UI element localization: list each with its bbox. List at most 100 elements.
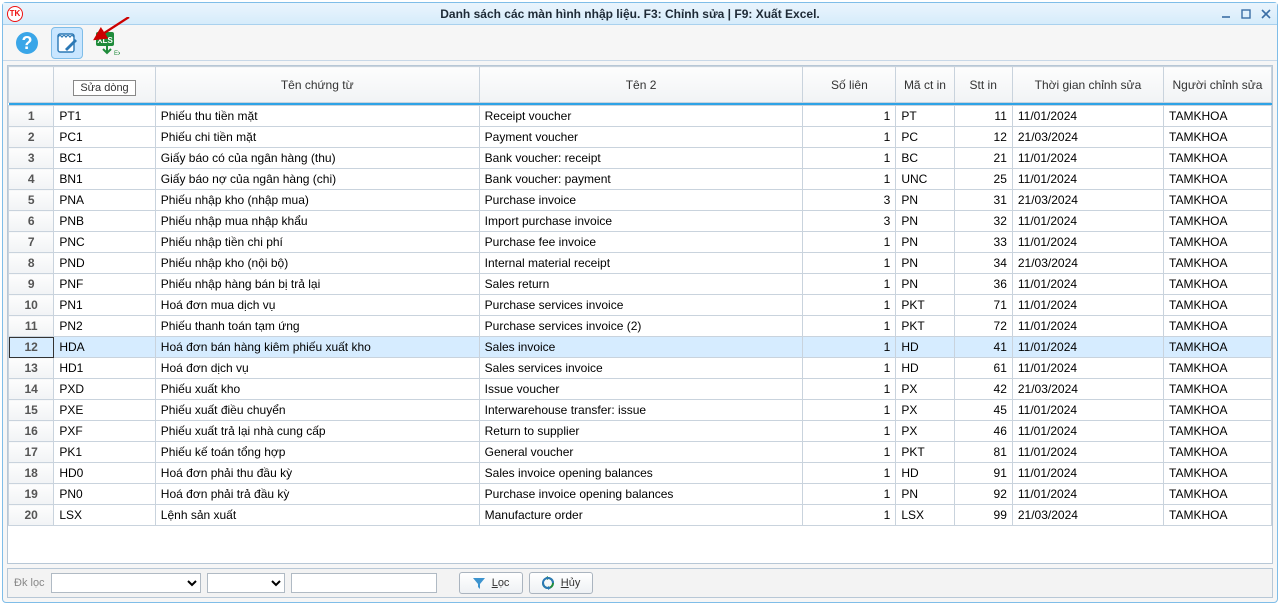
- cell-time: 11/01/2024: [1012, 295, 1163, 316]
- table-row[interactable]: 2PC1Phiếu chi tiền mặtPayment voucher1PC…: [9, 127, 1272, 148]
- table-row[interactable]: 5PNAPhiếu nhập kho (nhập mua)Purchase in…: [9, 190, 1272, 211]
- table-row[interactable]: 13HD1Hoá đơn dịch vụSales services invoi…: [9, 358, 1272, 379]
- cell-ten: Lệnh sản xuất: [155, 505, 479, 526]
- table-row[interactable]: 19PN0Hoá đơn phải trả đầu kỳPurchase inv…: [9, 484, 1272, 505]
- col-header-solien[interactable]: Số liên: [803, 67, 896, 103]
- filter-operator-select[interactable]: [207, 573, 285, 593]
- row-number: 4: [9, 169, 54, 190]
- help-button[interactable]: ?: [11, 27, 43, 59]
- cell-ma: HD0: [54, 463, 155, 484]
- col-header-ma[interactable]: Mã Sửa dòng: [54, 67, 155, 103]
- table-row[interactable]: 11PN2Phiếu thanh toán tạm ứngPurchase se…: [9, 316, 1272, 337]
- cell-ten2: Return to supplier: [479, 421, 803, 442]
- cell-user: TAMKHOA: [1164, 316, 1272, 337]
- cell-sttin: 81: [954, 442, 1012, 463]
- cell-user: TAMKHOA: [1164, 211, 1272, 232]
- table-row[interactable]: 17PK1Phiếu kế toán tổng hợpGeneral vouch…: [9, 442, 1272, 463]
- cell-user: TAMKHOA: [1164, 274, 1272, 295]
- data-grid[interactable]: Mã Sửa dòng Tên chứng từ Tên 2 Số liên M…: [7, 65, 1273, 564]
- cell-sttin: 99: [954, 505, 1012, 526]
- edit-row-button[interactable]: [51, 27, 83, 59]
- cell-solien: 1: [803, 127, 896, 148]
- cell-ma: BC1: [54, 148, 155, 169]
- table-row[interactable]: 8PNDPhiếu nhập kho (nội bộ)Internal mate…: [9, 253, 1272, 274]
- cell-mact: PX: [896, 400, 954, 421]
- cell-solien: 1: [803, 463, 896, 484]
- col-header-user[interactable]: Người chỉnh sửa: [1164, 67, 1272, 103]
- table-row[interactable]: 7PNCPhiếu nhập tiền chi phíPurchase fee …: [9, 232, 1272, 253]
- filter-cancel-button[interactable]: Hủy: [529, 572, 593, 594]
- col-header-rownum[interactable]: [9, 67, 54, 103]
- cell-ten: Phiếu nhập mua nhập khẩu: [155, 211, 479, 232]
- filter-field-select[interactable]: [51, 573, 201, 593]
- cell-user: TAMKHOA: [1164, 484, 1272, 505]
- cell-time: 11/01/2024: [1012, 274, 1163, 295]
- cell-ten2: Bank voucher: payment: [479, 169, 803, 190]
- cell-sttin: 12: [954, 127, 1012, 148]
- col-header-time[interactable]: Thời gian chỉnh sửa: [1012, 67, 1163, 103]
- row-number: 14: [9, 379, 54, 400]
- filter-apply-button[interactable]: Lọc: [459, 572, 523, 594]
- cell-ten: Hoá đơn mua dịch vụ: [155, 295, 479, 316]
- cell-ma: PC1: [54, 127, 155, 148]
- svg-text:Excel: Excel: [114, 51, 120, 56]
- cell-ten2: Bank voucher: receipt: [479, 148, 803, 169]
- table-row[interactable]: 10PN1Hoá đơn mua dịch vụPurchase service…: [9, 295, 1272, 316]
- col-header-sttin[interactable]: Stt in: [954, 67, 1012, 103]
- table-row[interactable]: 14PXDPhiếu xuất khoIssue voucher1PX4221/…: [9, 379, 1272, 400]
- cell-time: 11/01/2024: [1012, 211, 1163, 232]
- svg-text:?: ?: [22, 33, 33, 53]
- cell-solien: 1: [803, 484, 896, 505]
- row-number: 15: [9, 400, 54, 421]
- window-title: Danh sách các màn hình nhập liệu. F3: Ch…: [23, 7, 1277, 21]
- table-row[interactable]: 15PXEPhiếu xuất điều chuyểnInterwarehous…: [9, 400, 1272, 421]
- cell-mact: HD: [896, 358, 954, 379]
- cell-time: 11/01/2024: [1012, 442, 1163, 463]
- cell-time: 11/01/2024: [1012, 484, 1163, 505]
- cell-ma: PN1: [54, 295, 155, 316]
- table-row[interactable]: 1PT1Phiếu thu tiền mặtReceipt voucher1PT…: [9, 106, 1272, 127]
- row-number: 17: [9, 442, 54, 463]
- cell-mact: PN: [896, 232, 954, 253]
- cell-ma: PNF: [54, 274, 155, 295]
- cell-ten: Phiếu thu tiền mặt: [155, 106, 479, 127]
- cell-mact: PT: [896, 106, 954, 127]
- table-row[interactable]: 3BC1Giấy báo có của ngân hàng (thu)Bank …: [9, 148, 1272, 169]
- cell-user: TAMKHOA: [1164, 232, 1272, 253]
- table-row[interactable]: 12HDAHoá đơn bán hàng kiêm phiếu xuất kh…: [9, 337, 1272, 358]
- cell-ma: PND: [54, 253, 155, 274]
- col-header-mact[interactable]: Mã ct in: [896, 67, 954, 103]
- table-row[interactable]: 6PNBPhiếu nhập mua nhập khẩuImport purch…: [9, 211, 1272, 232]
- cell-mact: PX: [896, 421, 954, 442]
- cell-solien: 1: [803, 253, 896, 274]
- table-row[interactable]: 4BN1Giấy báo nợ của ngân hàng (chi)Bank …: [9, 169, 1272, 190]
- cell-user: TAMKHOA: [1164, 358, 1272, 379]
- table-row[interactable]: 18HD0Hoá đơn phải thu đầu kỳSales invoic…: [9, 463, 1272, 484]
- row-number: 2: [9, 127, 54, 148]
- table-row[interactable]: 9PNFPhiếu nhập hàng bán bị trả lạiSales …: [9, 274, 1272, 295]
- filter-value-input[interactable]: [291, 573, 437, 593]
- cell-ma: PXF: [54, 421, 155, 442]
- cell-ten2: Interwarehouse transfer: issue: [479, 400, 803, 421]
- cell-mact: PX: [896, 379, 954, 400]
- col-header-ten2[interactable]: Tên 2: [479, 67, 803, 103]
- cell-ma: HD1: [54, 358, 155, 379]
- close-button[interactable]: [1259, 7, 1273, 21]
- cell-sttin: 92: [954, 484, 1012, 505]
- cell-sttin: 71: [954, 295, 1012, 316]
- app-window: TK Danh sách các màn hình nhập liệu. F3:…: [2, 2, 1278, 603]
- table-row[interactable]: 16PXFPhiếu xuất trả lại nhà cung cấpRetu…: [9, 421, 1272, 442]
- cell-sttin: 42: [954, 379, 1012, 400]
- cell-mact: BC: [896, 148, 954, 169]
- col-header-ten[interactable]: Tên chứng từ: [155, 67, 479, 103]
- cell-mact: PKT: [896, 316, 954, 337]
- row-number: 3: [9, 148, 54, 169]
- cell-user: TAMKHOA: [1164, 106, 1272, 127]
- export-excel-button[interactable]: XLSExcel: [91, 27, 123, 59]
- row-number: 5: [9, 190, 54, 211]
- cell-user: TAMKHOA: [1164, 421, 1272, 442]
- table-row[interactable]: 20LSXLệnh sản xuấtManufacture order1LSX9…: [9, 505, 1272, 526]
- row-number: 10: [9, 295, 54, 316]
- minimize-button[interactable]: [1219, 7, 1233, 21]
- maximize-button[interactable]: [1239, 7, 1253, 21]
